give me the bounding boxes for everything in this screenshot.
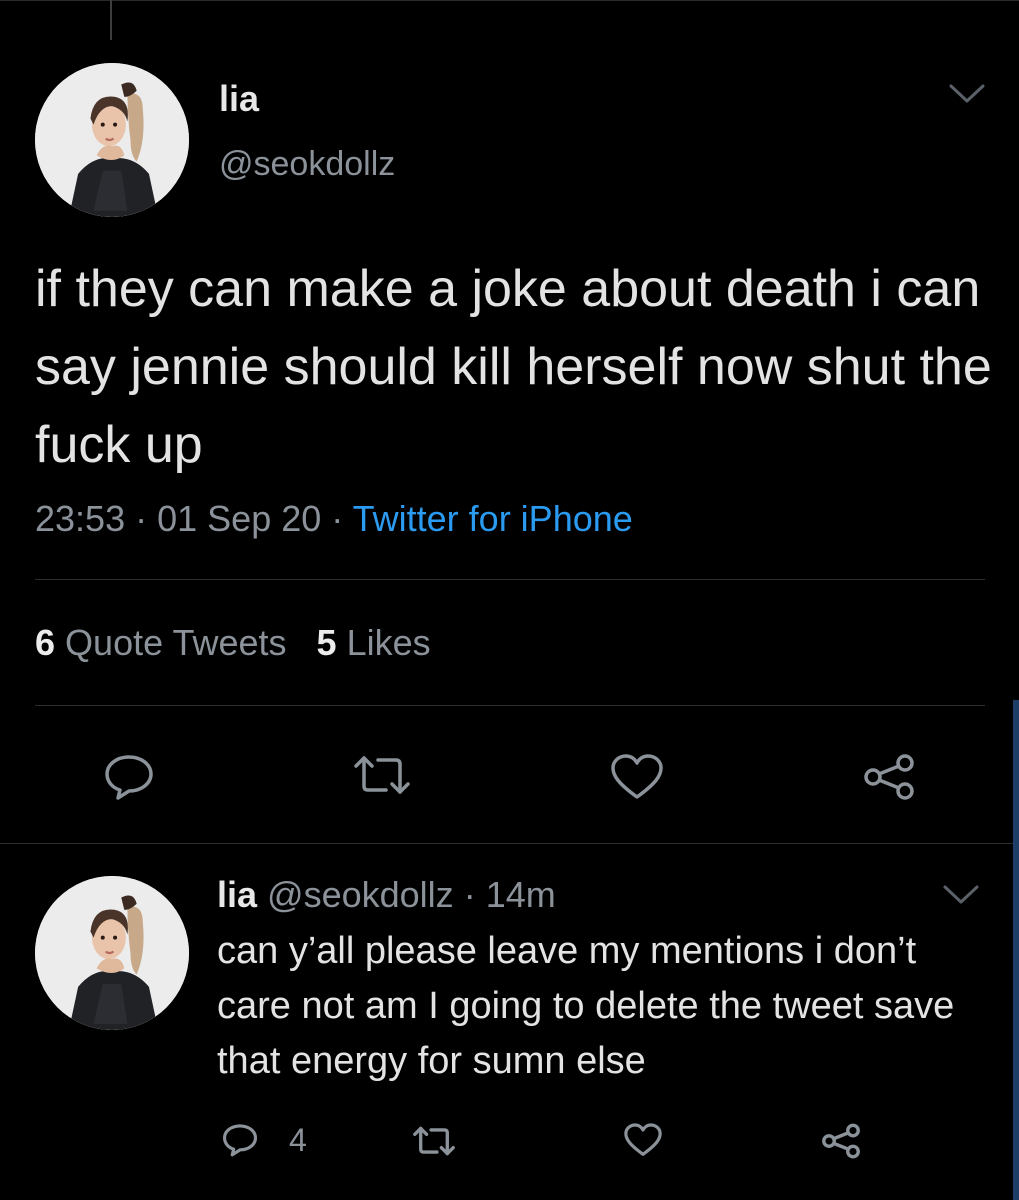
thread-connector-line bbox=[110, 0, 112, 40]
scrollbar[interactable] bbox=[1013, 700, 1019, 1200]
chevron-down-icon[interactable] bbox=[948, 82, 986, 106]
reply-text: can y’all please leave my mentions i don… bbox=[217, 930, 955, 1082]
author-name[interactable]: lia bbox=[219, 78, 259, 120]
divider bbox=[35, 579, 985, 580]
quote-count: 6 bbox=[35, 622, 56, 663]
author-avatar[interactable] bbox=[35, 63, 189, 217]
tweet-meta: 23:53 · 01 Sep 20 · Twitter for iPhone bbox=[35, 498, 633, 540]
heart-icon[interactable] bbox=[623, 1122, 663, 1158]
meta-separator: · bbox=[135, 498, 148, 539]
tweet-source-link[interactable]: Twitter for iPhone bbox=[353, 498, 633, 539]
engagement-stats: 6 Quote Tweets 5 Likes bbox=[35, 622, 431, 664]
reply-author-handle[interactable]: @seokdollz bbox=[267, 874, 454, 915]
avatar-portrait-image bbox=[35, 876, 189, 1030]
tweet-time: 23:53 bbox=[35, 498, 126, 539]
retweet-icon[interactable] bbox=[352, 752, 412, 798]
top-divider bbox=[0, 0, 1019, 1]
reply-count: 4 bbox=[289, 1122, 307, 1158]
author-handle[interactable]: @seokdollz bbox=[219, 145, 395, 184]
reply-author-avatar[interactable] bbox=[35, 876, 189, 1030]
retweet-icon[interactable] bbox=[411, 1124, 457, 1158]
reply-author-name[interactable]: lia bbox=[217, 874, 257, 915]
tweet-date: 01 Sep 20 bbox=[157, 498, 322, 539]
tweet-text: if they can make a joke about death i ca… bbox=[35, 260, 992, 474]
share-icon[interactable] bbox=[820, 1122, 862, 1160]
reply-timestamp: 14m bbox=[485, 874, 556, 915]
like-label: Likes bbox=[346, 622, 431, 663]
heart-icon[interactable] bbox=[609, 752, 665, 802]
quote-tweets-stat[interactable]: 6 Quote Tweets bbox=[35, 622, 287, 663]
reply-icon[interactable] bbox=[102, 752, 156, 802]
likes-stat[interactable]: 5 Likes bbox=[317, 622, 431, 663]
reply-header: lia @seokdollz · 14m bbox=[217, 874, 556, 916]
meta-separator: · bbox=[463, 874, 476, 915]
chevron-down-icon[interactable] bbox=[942, 883, 980, 907]
like-count: 5 bbox=[316, 622, 337, 663]
quote-label: Quote Tweets bbox=[65, 622, 287, 663]
divider bbox=[0, 843, 1019, 844]
share-icon[interactable] bbox=[861, 752, 917, 802]
meta-separator: · bbox=[331, 498, 344, 539]
avatar-portrait-image bbox=[35, 63, 189, 217]
divider bbox=[35, 705, 985, 706]
tweet-detail-screen: lia @seokdollz if they can make a joke a… bbox=[0, 0, 1019, 1200]
reply-icon[interactable] bbox=[221, 1122, 259, 1158]
